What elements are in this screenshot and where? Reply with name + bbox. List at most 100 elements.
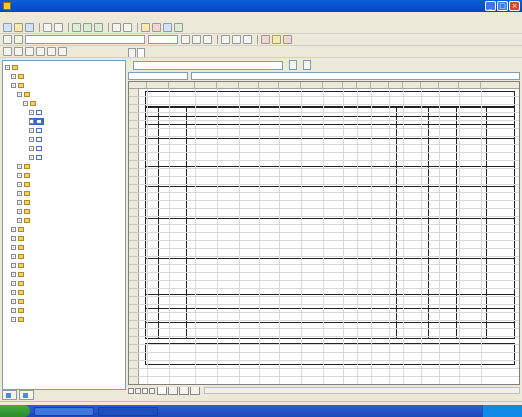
- tree-node[interactable]: -: [11, 316, 26, 323]
- paste-icon[interactable]: [94, 23, 103, 32]
- column-header[interactable]: [459, 82, 481, 89]
- tree-node[interactable]: -: [11, 235, 26, 242]
- row-header[interactable]: [129, 161, 139, 169]
- column-header[interactable]: [259, 82, 279, 89]
- tree-node[interactable]: -: [17, 217, 32, 224]
- expand-icon[interactable]: -: [11, 227, 16, 232]
- expand-icon[interactable]: -: [11, 317, 16, 322]
- expand-icon[interactable]: -: [17, 164, 22, 169]
- row-header[interactable]: [129, 121, 139, 129]
- sheet-tab[interactable]: [168, 386, 178, 395]
- tree-node[interactable]: -: [29, 127, 44, 134]
- cut-icon[interactable]: [72, 23, 81, 32]
- expand-icon[interactable]: -: [29, 146, 34, 151]
- row-header[interactable]: [129, 113, 139, 121]
- row-header[interactable]: [129, 297, 139, 305]
- column-header[interactable]: [147, 82, 169, 89]
- tree-node[interactable]: -: [17, 172, 32, 179]
- expand-icon[interactable]: -: [11, 245, 16, 250]
- tab-structure-tree[interactable]: [2, 390, 17, 400]
- font-color-icon[interactable]: [283, 35, 292, 44]
- start-button[interactable]: [0, 405, 30, 417]
- column-header[interactable]: [169, 82, 195, 89]
- row-header[interactable]: [129, 129, 139, 137]
- row-header[interactable]: [129, 201, 139, 209]
- column-header[interactable]: [421, 82, 439, 89]
- column-header[interactable]: [217, 82, 239, 89]
- expand-icon[interactable]: -: [17, 191, 22, 196]
- tree-node[interactable]: -: [17, 190, 32, 197]
- expand-icon[interactable]: -: [11, 299, 16, 304]
- tool-icon[interactable]: [141, 23, 150, 32]
- row-header[interactable]: [129, 249, 139, 257]
- tree-node[interactable]: -: [11, 271, 26, 278]
- taskbar-item[interactable]: [34, 406, 94, 416]
- row-header[interactable]: [129, 313, 139, 321]
- tree-node[interactable]: -: [17, 163, 32, 170]
- row-header[interactable]: [129, 217, 139, 225]
- tree-node[interactable]: -: [11, 73, 26, 80]
- tree-node[interactable]: -: [29, 145, 44, 152]
- tool-icon[interactable]: [3, 47, 12, 56]
- tree-node[interactable]: -: [29, 118, 44, 125]
- tree-node[interactable]: -: [11, 298, 26, 305]
- row-header[interactable]: [129, 169, 139, 177]
- tool-icon[interactable]: [174, 23, 183, 32]
- size-combo[interactable]: [148, 35, 178, 44]
- expand-icon[interactable]: -: [11, 281, 16, 286]
- tree-node[interactable]: -: [5, 64, 20, 71]
- font-combo[interactable]: [25, 35, 145, 44]
- row-header[interactable]: [129, 97, 139, 105]
- row-header[interactable]: [129, 305, 139, 313]
- preview-icon[interactable]: [54, 23, 63, 32]
- cell-grid[interactable]: [139, 89, 519, 384]
- tree-node[interactable]: -: [17, 181, 32, 188]
- expand-icon[interactable]: -: [29, 137, 34, 142]
- expand-icon[interactable]: -: [11, 308, 16, 313]
- expand-icon[interactable]: -: [29, 155, 34, 160]
- open-icon[interactable]: [14, 23, 23, 32]
- path-input[interactable]: [133, 60, 283, 70]
- expand-icon[interactable]: -: [29, 110, 34, 115]
- underline-icon[interactable]: [203, 35, 212, 44]
- column-header[interactable]: [323, 82, 343, 89]
- path-button[interactable]: [289, 60, 297, 70]
- taskbar-item[interactable]: [98, 406, 158, 416]
- expand-icon[interactable]: -: [17, 218, 22, 223]
- row-header[interactable]: [129, 337, 139, 345]
- sheet-tab[interactable]: [190, 386, 200, 395]
- close-button[interactable]: ×: [509, 1, 520, 11]
- first-sheet-icon[interactable]: [128, 387, 134, 394]
- row-header[interactable]: [129, 241, 139, 249]
- row-header[interactable]: [129, 89, 139, 97]
- expand-icon[interactable]: -: [17, 173, 22, 178]
- row-header[interactable]: [129, 265, 139, 273]
- spreadsheet-grid[interactable]: [128, 81, 520, 385]
- tool-icon[interactable]: [163, 23, 172, 32]
- doc-tab[interactable]: [128, 48, 136, 57]
- tree-node[interactable]: -: [29, 136, 44, 143]
- row-header[interactable]: [129, 225, 139, 233]
- last-sheet-icon[interactable]: [149, 387, 155, 394]
- tree-node[interactable]: -: [11, 82, 26, 89]
- row-header[interactable]: [129, 105, 139, 113]
- column-header[interactable]: [371, 82, 389, 89]
- align-center-icon[interactable]: [232, 35, 241, 44]
- expand-icon[interactable]: -: [17, 92, 22, 97]
- tree-node[interactable]: -: [11, 262, 26, 269]
- sheet-tab[interactable]: [179, 386, 189, 395]
- row-header[interactable]: [129, 193, 139, 201]
- prev-sheet-icon[interactable]: [135, 387, 141, 394]
- expand-icon[interactable]: -: [5, 65, 10, 70]
- new-icon[interactable]: [3, 23, 12, 32]
- row-header[interactable]: [129, 369, 139, 377]
- row-header[interactable]: [129, 289, 139, 297]
- expand-icon[interactable]: -: [17, 209, 22, 214]
- tab-document-tree[interactable]: [19, 390, 34, 400]
- row-header[interactable]: [129, 177, 139, 185]
- fill-color-icon[interactable]: [272, 35, 281, 44]
- expand-icon[interactable]: -: [23, 101, 28, 106]
- row-header[interactable]: [129, 233, 139, 241]
- column-header[interactable]: [357, 82, 371, 89]
- row-header[interactable]: [129, 361, 139, 369]
